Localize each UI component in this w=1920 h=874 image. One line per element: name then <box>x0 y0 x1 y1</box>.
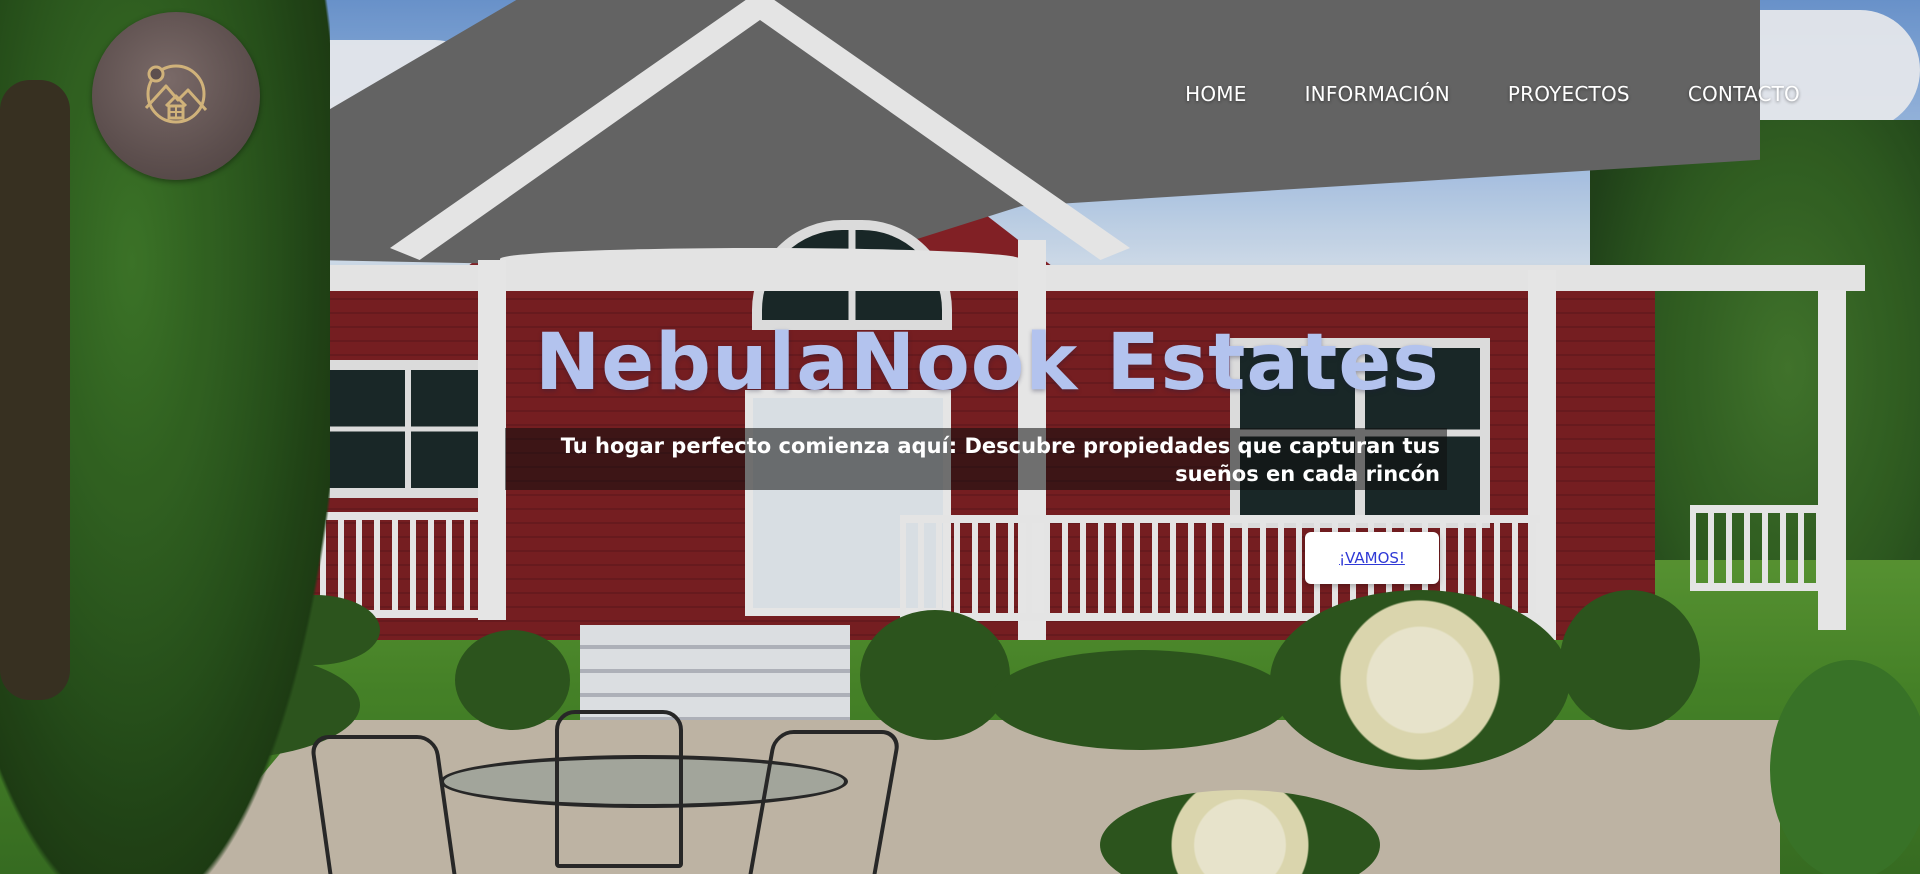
vamos-button-label: ¡VAMOS! <box>1339 549 1405 567</box>
nav-item-proyectos[interactable]: PROYECTOS <box>1508 82 1630 106</box>
main-navigation: HOME INFORMACIÓN PROYECTOS CONTACTO <box>1185 82 1800 106</box>
nav-item-informacion[interactable]: INFORMACIÓN <box>1305 82 1450 106</box>
nav-item-contacto[interactable]: CONTACTO <box>1688 82 1800 106</box>
hero-title: NebulaNook Estates <box>535 318 1440 408</box>
hero-subtitle: Tu hogar perfecto comienza aquí: Descubr… <box>560 434 1440 486</box>
hero-section: HOME INFORMACIÓN PROYECTOS CONTACTO Nebu… <box>0 0 1920 874</box>
house-mountain-icon <box>136 54 216 139</box>
site-logo[interactable] <box>92 12 260 180</box>
nav-item-home[interactable]: HOME <box>1185 82 1246 106</box>
vamos-button[interactable]: ¡VAMOS! <box>1305 532 1439 584</box>
